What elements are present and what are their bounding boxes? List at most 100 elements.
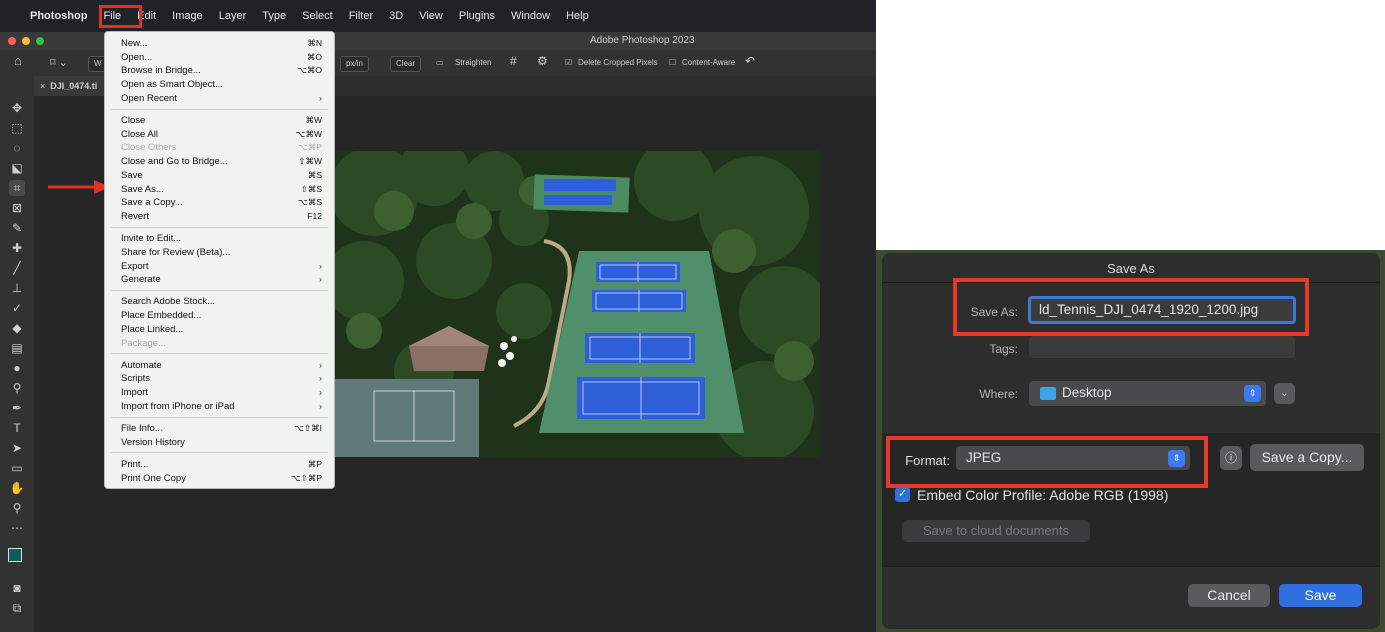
menu-item-automate[interactable]: Automate › (121, 359, 322, 372)
straighten-button[interactable]: Straighten (455, 56, 491, 70)
menu-item-save[interactable]: Save ⌘S (121, 169, 322, 182)
eyedropper-tool-icon[interactable]: ✎ (9, 220, 25, 236)
menu-item-open-recent[interactable]: Open Recent › (121, 92, 322, 105)
menu-item-file-info[interactable]: File Info... ⌥⇧⌘I (121, 422, 322, 435)
menu-item-save-a-copy[interactable]: Save a Copy... ⌥⌘S (121, 196, 322, 209)
zoom-tool-icon[interactable]: ⚲ (9, 500, 25, 516)
menu-3d[interactable]: 3D (381, 0, 411, 32)
crop-preset-picker[interactable]: ⌑ ⌄ (50, 56, 68, 70)
pen-tool-icon[interactable]: ✒ (9, 400, 25, 416)
menu-item-close-all[interactable]: Close All ⌥⌘W (121, 128, 322, 141)
menu-item-label: Version History (121, 436, 185, 448)
menu-item-close[interactable]: Close ⌘W (121, 114, 322, 127)
where-dropdown[interactable]: Desktop ⇕ (1029, 381, 1266, 406)
menu-view[interactable]: View (411, 0, 451, 32)
zoom-window-button[interactable] (36, 37, 44, 45)
menu-item-generate[interactable]: Generate › (121, 273, 322, 286)
menu-item-revert[interactable]: Revert F12 (121, 210, 322, 223)
units-dropdown[interactable]: px/in (340, 56, 369, 72)
document-tab[interactable]: × DJI_0474.ti (34, 76, 104, 96)
save-button[interactable]: Save (1279, 584, 1362, 607)
cancel-button[interactable]: Cancel (1188, 584, 1270, 607)
clone-stamp-icon[interactable]: ⊥ (9, 280, 25, 296)
menu-item-search-adobe-stock[interactable]: Search Adobe Stock... (121, 295, 322, 308)
menu-item-print-one-copy[interactable]: Print One Copy ⌥⇧⌘P (121, 472, 322, 485)
foreground-color-swatch[interactable] (8, 548, 22, 562)
menu-item-place-embedded[interactable]: Place Embedded... (121, 309, 322, 322)
menu-help[interactable]: Help (558, 0, 597, 32)
overlay-grid-icon[interactable]: # (510, 54, 517, 68)
lasso-tool-icon[interactable]: ◌ (9, 140, 25, 156)
blur-tool-icon[interactable]: ● (9, 360, 25, 376)
quick-mask-icon[interactable]: ◙ (9, 580, 25, 596)
eraser-tool-icon[interactable]: ◆ (9, 320, 25, 336)
menu-item-shortcut: ⌥⇧⌘I (294, 423, 322, 433)
menu-plugins[interactable]: Plugins (451, 0, 503, 32)
format-dropdown[interactable]: JPEG ⇕ (956, 446, 1190, 470)
move-tool-icon[interactable]: ✥ (9, 100, 25, 116)
menu-item-version-history[interactable]: Version History (121, 436, 322, 449)
delete-cropped-checkbox[interactable]: ☑ (565, 56, 572, 70)
close-tab-icon[interactable]: × (40, 81, 50, 91)
menu-item-import-from-iphone-or-ipad[interactable]: Import from iPhone or iPad › (121, 400, 322, 413)
screen-mode-icon[interactable]: ⧉ (9, 600, 25, 616)
where-label: Where: (979, 387, 1018, 401)
menu-separator (111, 353, 328, 355)
more-tools-icon[interactable]: ⋯ (9, 520, 25, 536)
save-a-copy-button[interactable]: Save a Copy... (1250, 444, 1364, 471)
menu-item-browse-in-bridge[interactable]: Browse in Bridge... ⌥⌘O (121, 64, 322, 77)
type-tool-icon[interactable]: T (9, 420, 25, 436)
menu-item-save-as[interactable]: Save As... ⇧⌘S (121, 183, 322, 196)
object-select-tool-icon[interactable]: ⬕ (9, 160, 25, 176)
dodge-tool-icon[interactable]: ⚲ (9, 380, 25, 396)
gradient-tool-icon[interactable]: ▤ (9, 340, 25, 356)
menu-select[interactable]: Select (294, 0, 341, 32)
menu-layer[interactable]: Layer (211, 0, 255, 32)
menu-item-label: Share for Review (Beta)... (121, 246, 231, 258)
menu-item-shortcut: ⌘P (307, 458, 322, 469)
menu-item-scripts[interactable]: Scripts › (121, 372, 322, 385)
menu-item-share-for-review-beta[interactable]: Share for Review (Beta)... (121, 246, 322, 259)
tags-input[interactable] (1029, 336, 1295, 358)
info-icon[interactable]: ⓘ (1220, 446, 1242, 470)
content-aware-checkbox[interactable]: ☐ (669, 56, 676, 70)
menu-item-new[interactable]: New... ⌘N (121, 37, 322, 50)
menu-item-close-and-go-to-bridge[interactable]: Close and Go to Bridge... ⇧⌘W (121, 155, 322, 168)
hand-tool-icon[interactable]: ✋ (9, 480, 25, 496)
menu-photoshop[interactable]: Photoshop (24, 0, 95, 32)
menu-item-shortcut: ⌥⌘S (298, 197, 322, 208)
minimize-window-button[interactable] (22, 37, 30, 45)
where-stepper-icon: ⇕ (1244, 385, 1261, 402)
close-window-button[interactable] (8, 37, 16, 45)
clear-button[interactable]: Clear (390, 56, 422, 72)
reset-icon[interactable]: ↶ (745, 54, 755, 68)
menu-item-open[interactable]: Open... ⌘O (121, 51, 322, 64)
menu-item-invite-to-edit[interactable]: Invite to Edit... (121, 232, 322, 245)
rectangle-tool-icon[interactable]: ▭ (9, 460, 25, 476)
crop-tool-icon[interactable]: ⌗ (9, 180, 25, 196)
menu-item-import[interactable]: Import › (121, 386, 322, 399)
expand-chevron-button[interactable]: ⌄ (1274, 383, 1295, 404)
menu-item-label: Print One Copy (121, 472, 186, 484)
healing-brush-icon[interactable]: ✚ (9, 240, 25, 256)
gear-icon[interactable]: ⚙ (537, 54, 548, 68)
menu-item-place-linked[interactable]: Place Linked... (121, 323, 322, 336)
menu-type[interactable]: Type (254, 0, 294, 32)
home-icon[interactable]: ⌂ (14, 54, 22, 68)
menu-item-open-as-smart-object[interactable]: Open as Smart Object... (121, 78, 322, 91)
menu-item-export[interactable]: Export › (121, 260, 322, 273)
history-brush-icon[interactable]: ✓ (9, 300, 25, 316)
level-icon[interactable]: ▭ (436, 56, 444, 70)
marquee-tool-icon[interactable]: ⬚ (9, 120, 25, 136)
where-value: Desktop (1062, 385, 1112, 400)
save-to-cloud-button[interactable]: Save to cloud documents (902, 520, 1090, 542)
menu-window[interactable]: Window (503, 0, 558, 32)
menu-item-label: Close (121, 115, 146, 126)
frame-tool-icon[interactable]: ⊠ (9, 200, 25, 216)
embed-profile-checkbox[interactable]: ✓ (895, 487, 910, 502)
path-select-icon[interactable]: ➤ (9, 440, 25, 456)
menu-image[interactable]: Image (164, 0, 211, 32)
brush-tool-icon[interactable]: ╱ (9, 260, 25, 276)
menu-filter[interactable]: Filter (341, 0, 381, 32)
menu-item-print[interactable]: Print... ⌘P (121, 458, 322, 471)
